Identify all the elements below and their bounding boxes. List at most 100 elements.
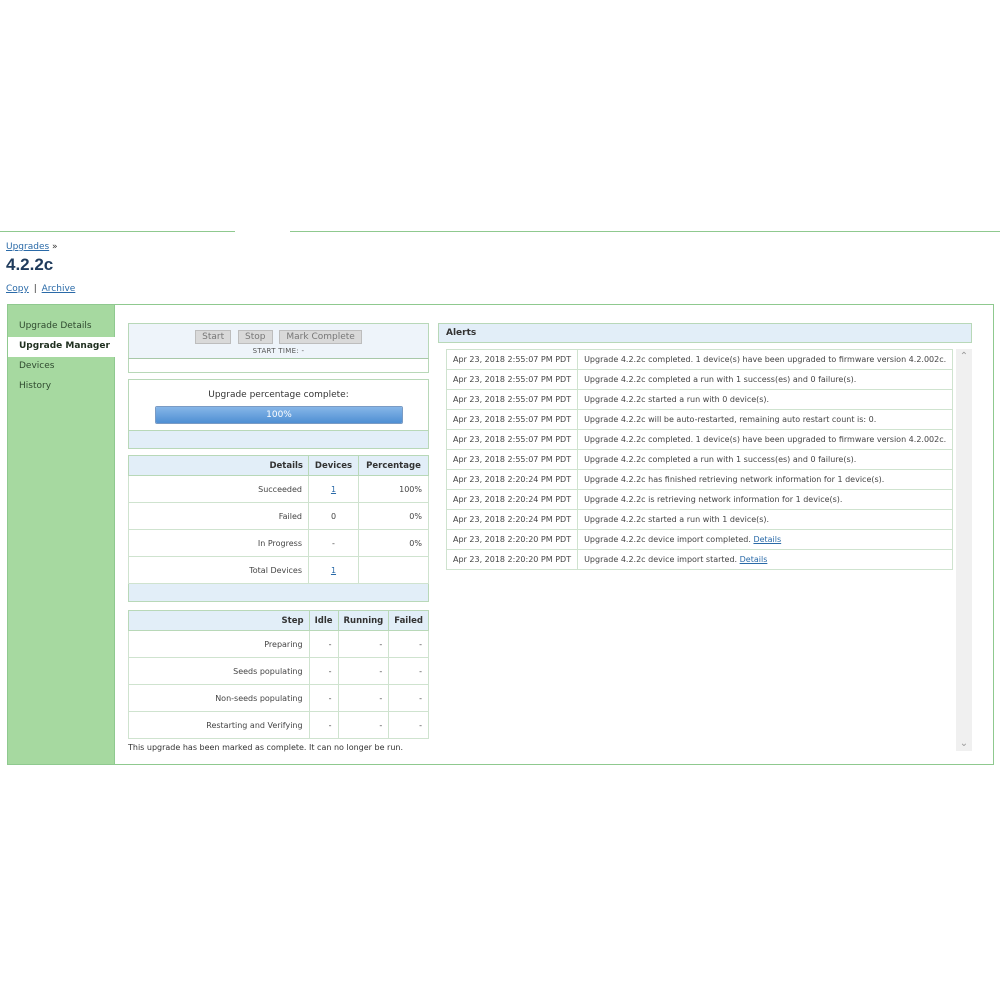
progress-panel: Upgrade percentage complete: 100%: [128, 379, 429, 449]
details-row-percentage: 100%: [358, 475, 429, 503]
alert-time: Apr 23, 2018 2:55:07 PM PDT: [445, 349, 579, 370]
alert-row: Apr 23, 2018 2:55:07 PM PDT Upgrade 4.2.2…: [445, 409, 954, 430]
page-title: 4.2.2c: [6, 255, 54, 274]
actions-separator: |: [33, 284, 37, 294]
alert-row: Apr 23, 2018 2:20:24 PM PDT Upgrade 4.2.2…: [445, 469, 954, 490]
start-time: START TIME: -: [252, 347, 305, 355]
devices-count-link[interactable]: 1: [331, 485, 336, 494]
sidebar-item-upgrade-manager[interactable]: Upgrade Manager: [8, 337, 115, 357]
step-running: -: [337, 657, 390, 685]
details-row-label: Total Devices: [128, 556, 309, 584]
top-divider-left: [0, 231, 235, 232]
alert-message-cell: Upgrade 4.2.2c completed. 1 device(s) ha…: [577, 429, 954, 450]
alert-details-link[interactable]: Details: [753, 535, 781, 544]
alert-time: Apr 23, 2018 2:20:24 PM PDT: [445, 469, 579, 490]
details-row: Total Devices 1: [128, 556, 429, 584]
step-name: Restarting and Verifying: [128, 711, 310, 739]
alert-time: Apr 23, 2018 2:55:07 PM PDT: [445, 409, 579, 430]
alert-message: Upgrade 4.2.2c is retrieving network inf…: [584, 495, 843, 504]
alert-message-cell: Upgrade 4.2.2c started a run with 1 devi…: [577, 509, 954, 530]
steps-table: Step Idle Running Failed Preparing - - - See…: [128, 610, 429, 739]
steps-header-row: Step Idle Running Failed: [128, 610, 429, 631]
chevron-up-icon[interactable]: ⌃: [959, 351, 969, 362]
alert-message: Upgrade 4.2.2c device import completed.: [584, 535, 754, 544]
devices-count: -: [332, 538, 335, 548]
progress-bar: 100%: [155, 406, 403, 424]
step-header: Step: [128, 610, 310, 631]
copy-link[interactable]: Copy: [6, 284, 29, 294]
sidebar-item-upgrade-details[interactable]: Upgrade Details: [8, 317, 114, 337]
alert-message: Upgrade 4.2.2c completed a run with 1 su…: [584, 375, 857, 384]
details-row-label: Succeeded: [128, 475, 309, 503]
percentage-header: Percentage: [358, 455, 429, 476]
control-panel-footer: [128, 359, 429, 373]
alert-details-link[interactable]: Details: [740, 555, 768, 564]
alert-row: Apr 23, 2018 2:20:20 PM PDT Upgrade 4.2.2…: [445, 529, 954, 550]
alerts-panel: Alerts Apr 23, 2018 2:55:07 PM PDT Upgrad…: [438, 323, 972, 751]
devices-count-link[interactable]: 1: [331, 566, 336, 575]
progress-label: Upgrade percentage complete:: [208, 390, 349, 400]
stop-button[interactable]: Stop: [238, 330, 273, 344]
alert-message-cell: Upgrade 4.2.2c completed a run with 1 su…: [577, 369, 954, 390]
details-section: Details Devices Percentage Succeeded 1 100…: [128, 455, 429, 602]
manager-column: Start Stop Mark Complete START TIME: - U…: [128, 323, 429, 739]
alert-message-cell: Upgrade 4.2.2c device import completed. …: [577, 529, 954, 550]
alert-row: Apr 23, 2018 2:55:07 PM PDT Upgrade 4.2.2…: [445, 389, 954, 410]
step-idle: -: [308, 630, 339, 658]
alert-row: Apr 23, 2018 2:55:07 PM PDT Upgrade 4.2.2…: [445, 449, 954, 470]
step-failed: -: [388, 711, 429, 739]
alert-row: Apr 23, 2018 2:20:24 PM PDT Upgrade 4.2.2…: [445, 489, 954, 510]
mark-complete-button[interactable]: Mark Complete: [279, 330, 362, 344]
alerts-scrollbar[interactable]: ⌃ ⌄: [956, 349, 972, 751]
sidebar-item-history[interactable]: History: [8, 377, 114, 397]
alert-message: Upgrade 4.2.2c completed a run with 1 su…: [584, 455, 857, 464]
alert-row: Apr 23, 2018 2:55:07 PM PDT Upgrade 4.2.2…: [445, 429, 954, 450]
sidebar-item-devices[interactable]: Devices: [8, 357, 114, 377]
details-header: Details: [128, 455, 309, 476]
start-button[interactable]: Start: [195, 330, 232, 344]
devices-count: 0: [330, 511, 337, 521]
step-name: Preparing: [128, 630, 310, 658]
idle-header: Idle: [308, 610, 339, 631]
steps-section: Step Idle Running Failed Preparing - - - See…: [128, 610, 429, 739]
step-failed: -: [388, 684, 429, 712]
alert-message: Upgrade 4.2.2c will be auto-restarted, r…: [584, 415, 877, 424]
alert-row: Apr 23, 2018 2:20:24 PM PDT Upgrade 4.2.2…: [445, 509, 954, 530]
completion-note: This upgrade has been marked as complete…: [128, 743, 404, 752]
alert-time: Apr 23, 2018 2:55:07 PM PDT: [445, 449, 579, 470]
alerts-table: Apr 23, 2018 2:55:07 PM PDT Upgrade 4.2.2…: [445, 349, 954, 570]
breadcrumb: Upgrades »: [6, 242, 58, 252]
step-running: -: [337, 684, 390, 712]
details-row-percentage: 0%: [358, 502, 429, 530]
alert-row: Apr 23, 2018 2:20:20 PM PDT Upgrade 4.2.2…: [445, 549, 954, 570]
page-actions: Copy | Archive: [6, 284, 75, 294]
alert-message: Upgrade 4.2.2c has finished retrieving n…: [584, 475, 885, 484]
alert-message: Upgrade 4.2.2c device import started.: [584, 555, 740, 564]
details-row-label: Failed: [128, 502, 309, 530]
details-row-label: In Progress: [128, 529, 309, 557]
step-failed: -: [388, 630, 429, 658]
alerts-list: Apr 23, 2018 2:55:07 PM PDT Upgrade 4.2.2…: [445, 349, 954, 570]
archive-link[interactable]: Archive: [42, 284, 76, 294]
running-header: Running: [337, 610, 390, 631]
step-running: -: [337, 711, 390, 739]
alert-time: Apr 23, 2018 2:55:07 PM PDT: [445, 389, 579, 410]
control-buttons: Start Stop Mark Complete: [129, 330, 428, 344]
chevron-down-icon[interactable]: ⌄: [959, 738, 969, 749]
details-row-devices-cell: 1: [308, 556, 359, 584]
step-idle: -: [308, 657, 339, 685]
alerts-title: Alerts: [438, 323, 972, 343]
step-name: Seeds populating: [128, 657, 310, 685]
details-row-percentage: 0%: [358, 529, 429, 557]
details-row: Succeeded 1 100%: [128, 475, 429, 503]
step-name: Non-seeds populating: [128, 684, 310, 712]
progress-value: 100%: [266, 410, 292, 420]
alert-time: Apr 23, 2018 2:55:07 PM PDT: [445, 429, 579, 450]
control-panel: Start Stop Mark Complete START TIME: -: [128, 323, 429, 359]
step-idle: -: [308, 711, 339, 739]
breadcrumb-upgrades-link[interactable]: Upgrades: [6, 242, 49, 252]
step-running: -: [337, 630, 390, 658]
step-idle: -: [308, 684, 339, 712]
alert-time: Apr 23, 2018 2:55:07 PM PDT: [445, 369, 579, 390]
alert-message-cell: Upgrade 4.2.2c device import started. De…: [577, 549, 954, 570]
